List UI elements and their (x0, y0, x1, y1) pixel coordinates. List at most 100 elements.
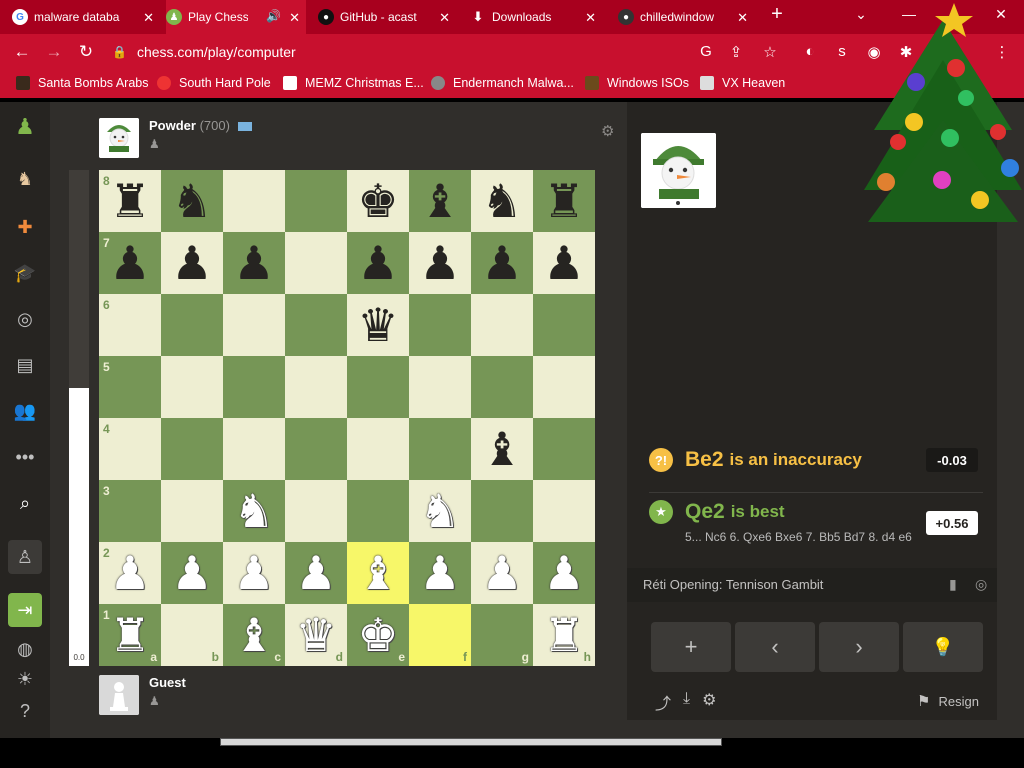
square-e4[interactable] (347, 418, 409, 480)
play-icon[interactable]: ♞ (8, 162, 42, 196)
black-bishop-icon[interactable]: ♝ (471, 418, 533, 480)
square-h2[interactable]: ♟ (533, 542, 595, 604)
square-h5[interactable] (533, 356, 595, 418)
bookmark-star-icon[interactable]: ☆ (760, 43, 780, 61)
square-g3[interactable] (471, 480, 533, 542)
board-settings-gear-icon[interactable]: ⚙ (601, 122, 614, 140)
square-c5[interactable] (223, 356, 285, 418)
white-rook-icon[interactable]: ♜ (533, 604, 595, 666)
square-g5[interactable] (471, 356, 533, 418)
news-icon[interactable]: ▤ (8, 348, 42, 382)
horizontal-scrollbar[interactable] (220, 738, 722, 746)
square-f2[interactable]: ♟ (409, 542, 471, 604)
square-e5[interactable] (347, 356, 409, 418)
close-icon[interactable]: ✕ (585, 10, 596, 26)
tab-play-chess[interactable]: ♟ Play Chess 🔊 ✕ (166, 0, 306, 34)
reload-icon[interactable]: ↻ (76, 42, 96, 62)
player-avatar[interactable] (99, 675, 139, 715)
social-icon[interactable]: 👥 (8, 394, 42, 428)
square-d2[interactable]: ♟ (285, 542, 347, 604)
black-rook-icon[interactable]: ♜ (99, 170, 161, 232)
square-b4[interactable] (161, 418, 223, 480)
black-pawn-icon[interactable]: ♟ (409, 232, 471, 294)
share-icon[interactable]: ⇪ (726, 43, 746, 61)
square-e6[interactable]: ♛ (347, 294, 409, 356)
google-lens-icon[interactable]: G (696, 43, 716, 60)
globe-icon[interactable]: ◍ (8, 632, 42, 666)
square-h4[interactable] (533, 418, 595, 480)
black-knight-icon[interactable]: ♞ (161, 170, 223, 232)
share-icon[interactable]: ⤴ (655, 690, 671, 714)
square-c4[interactable] (223, 418, 285, 480)
square-e3[interactable] (347, 480, 409, 542)
white-pawn-icon[interactable]: ♟ (223, 542, 285, 604)
square-g7[interactable]: ♟ (471, 232, 533, 294)
white-queen-icon[interactable]: ♛ (285, 604, 347, 666)
address-bar[interactable]: 🔒 chess.com/play/computer (112, 40, 692, 64)
extension-flag-icon[interactable]: ◐ (800, 43, 820, 60)
black-knight-icon[interactable]: ♞ (471, 170, 533, 232)
best-move[interactable]: Qe2 (685, 500, 725, 524)
square-f8[interactable]: ♝ (409, 170, 471, 232)
square-c7[interactable]: ♟ (223, 232, 285, 294)
square-d6[interactable] (285, 294, 347, 356)
black-rook-icon[interactable]: ♜ (533, 170, 595, 232)
brightness-icon[interactable]: ☀ (8, 662, 42, 696)
black-bishop-icon[interactable]: ♝ (409, 170, 471, 232)
square-d1[interactable]: d ♛ (285, 604, 347, 666)
square-h6[interactable] (533, 294, 595, 356)
square-a8[interactable]: 8 ♜ (99, 170, 161, 232)
black-pawn-icon[interactable]: ♟ (533, 232, 595, 294)
square-d5[interactable] (285, 356, 347, 418)
square-c3[interactable]: ♞ (223, 480, 285, 542)
watch-icon[interactable]: ◎ (8, 302, 42, 336)
square-b3[interactable] (161, 480, 223, 542)
white-pawn-icon[interactable]: ♟ (285, 542, 347, 604)
square-g4[interactable]: ♝ (471, 418, 533, 480)
bookmark-santa-bombs-arabs[interactable]: Santa Bombs Arabs (16, 76, 148, 90)
square-b6[interactable] (161, 294, 223, 356)
square-g2[interactable]: ♟ (471, 542, 533, 604)
best-line[interactable]: 5... Nc6 6. Qxe6 Bxe6 7. Bb5 Bd7 8. d4 e… (685, 530, 912, 544)
square-b8[interactable]: ♞ (161, 170, 223, 232)
explore-compass-icon[interactable]: ◎ (975, 576, 987, 593)
book-icon[interactable]: ▮ (949, 576, 957, 593)
square-h3[interactable] (533, 480, 595, 542)
black-pawn-icon[interactable]: ♟ (471, 232, 533, 294)
learn-icon[interactable]: 🎓 (8, 256, 42, 290)
square-a2[interactable]: 2 ♟ (99, 542, 161, 604)
black-pawn-icon[interactable]: ♟ (161, 232, 223, 294)
black-pawn-icon[interactable]: ♟ (99, 232, 161, 294)
square-a6[interactable]: 6 (99, 294, 161, 356)
black-queen-icon[interactable]: ♛ (347, 294, 409, 356)
bookmark-endermanch[interactable]: Endermanch Malwa... (431, 76, 574, 90)
square-h1[interactable]: h ♜ (533, 604, 595, 666)
search-icon[interactable]: ⌕ (8, 486, 42, 520)
square-f6[interactable] (409, 294, 471, 356)
square-b7[interactable]: ♟ (161, 232, 223, 294)
white-knight-icon[interactable]: ♞ (223, 480, 285, 542)
square-f5[interactable] (409, 356, 471, 418)
bookmark-memz[interactable]: MEMZ Christmas E... (283, 76, 424, 90)
square-d8[interactable] (285, 170, 347, 232)
square-d3[interactable] (285, 480, 347, 542)
help-icon[interactable]: ? (8, 694, 42, 728)
square-c1[interactable]: c ♝ (223, 604, 285, 666)
square-c8[interactable] (223, 170, 285, 232)
square-a7[interactable]: 7 ♟ (99, 232, 161, 294)
square-a1[interactable]: 1 a ♜ (99, 604, 161, 666)
square-f4[interactable] (409, 418, 471, 480)
square-g6[interactable] (471, 294, 533, 356)
white-pawn-icon[interactable]: ♟ (161, 542, 223, 604)
square-a3[interactable]: 3 (99, 480, 161, 542)
square-b1[interactable]: b (161, 604, 223, 666)
tab-malware-database[interactable]: G malware databa ✕ (12, 0, 160, 34)
square-d4[interactable] (285, 418, 347, 480)
add-user-icon[interactable]: ♙ (8, 540, 42, 574)
white-pawn-icon[interactable]: ♟ (471, 542, 533, 604)
square-f3[interactable]: ♞ (409, 480, 471, 542)
new-tab-button[interactable]: + (762, 3, 792, 26)
square-e1[interactable]: e ♚ (347, 604, 409, 666)
chesscom-logo-icon[interactable]: ♟ (8, 110, 42, 144)
login-icon[interactable]: ⇥ (8, 593, 42, 627)
